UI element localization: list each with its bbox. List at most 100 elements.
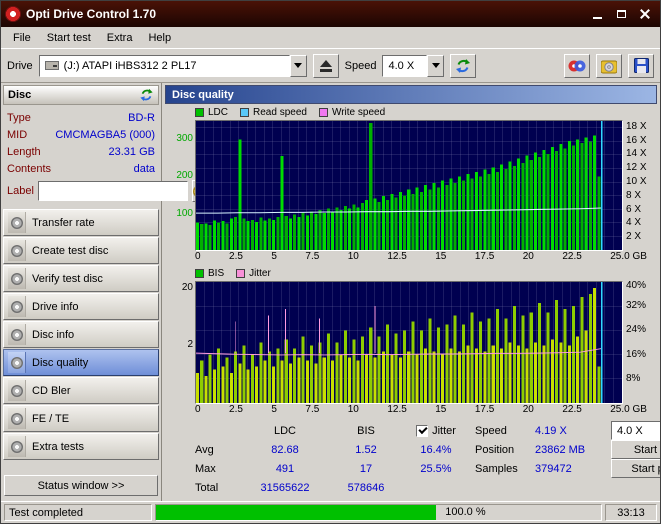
x-tick: 5 [271, 251, 277, 262]
save-button[interactable] [628, 53, 654, 78]
x-tick: 15 [435, 404, 447, 415]
menu-start-test[interactable]: Start test [39, 29, 99, 47]
position-stat-value: 23862 MB [535, 443, 586, 456]
x-tick: 22.5 [562, 404, 582, 415]
ldc-swatch [195, 107, 204, 117]
x-tick: 2.5 [229, 404, 243, 415]
x-tick: 17.5 [474, 404, 495, 415]
speed-stat-label: Speed [475, 424, 507, 437]
avg-ldc-value: 82.68 [271, 443, 299, 456]
ldc-column-header: LDC [273, 424, 296, 437]
y-tick: 2 X [626, 231, 642, 243]
sidebar-item-verify-test-disc[interactable]: Verify test disc [3, 265, 159, 292]
panel-title: Disc quality [165, 85, 657, 104]
minimize-button[interactable] [586, 5, 608, 23]
refresh-icon [456, 58, 471, 73]
close-button[interactable] [634, 5, 656, 23]
speed-select-arrow[interactable] [427, 54, 445, 77]
refresh-disc-icon[interactable] [139, 88, 154, 102]
disc-contents-row: Contents data [7, 160, 155, 177]
jitter-toggle[interactable]: Jitter [401, 422, 471, 439]
x-tick: 7.5 [305, 251, 320, 262]
sidebar-item-cd-bler[interactable]: CD Bler [3, 377, 159, 404]
start-full-button[interactable]: Start full [611, 440, 660, 459]
sidebar-item-disc-quality[interactable]: Disc quality [3, 349, 159, 376]
drive-select[interactable]: (J:) ATAPI iHBS312 2 PL17 [38, 54, 307, 77]
legend-bottom: BIS Jitter [165, 265, 657, 281]
max-jitter-value: 25.5% [420, 462, 452, 475]
menu-extra[interactable]: Extra [99, 29, 141, 47]
sidebar-item-transfer-rate[interactable]: Transfer rate [3, 209, 159, 236]
jitter-checkbox-label: Jitter [432, 424, 456, 437]
avg-jitter-value: 16.4% [420, 443, 452, 456]
burn-disc-button[interactable] [596, 53, 622, 78]
write-speed-swatch [318, 107, 328, 117]
stats-area: LDC BIS Jitter Speed 4.19 X 4.0 X Avg 82… [165, 418, 660, 499]
y-tick: 12 X [626, 162, 647, 174]
sidebar-item-disc-info[interactable]: Disc info [3, 321, 159, 348]
start-part-button[interactable]: Start part [611, 459, 660, 478]
disc-type-value: BD-R [128, 111, 155, 124]
disc-mid-value: CMCMAGBA5 (000) [55, 128, 155, 141]
sidebar-item-create-test-disc[interactable]: Create test disc [3, 237, 159, 264]
drive-select-value: (J:) ATAPI iHBS312 2 PL17 [63, 59, 197, 72]
close-icon [640, 9, 650, 19]
menu-help[interactable]: Help [140, 29, 179, 47]
sidebar: Disc Type BD-R MID CMCMAGBA5 (000) Lengt… [1, 83, 207, 501]
drive-select-arrow[interactable] [289, 54, 307, 77]
x-tick: 0 [195, 251, 201, 262]
samples-stat-value: 379472 [535, 462, 572, 475]
refresh-drive-button[interactable] [450, 53, 477, 78]
bis-legend-label: BIS [208, 267, 225, 279]
drive-label: Drive [7, 59, 33, 72]
app-window: Opti Drive Control 1.70 File Start test … [0, 0, 661, 524]
disc-panel-title: Disc [8, 89, 32, 101]
bis-column-header: BIS [357, 424, 375, 437]
disc-info-icon [8, 324, 26, 345]
sidebar-item-label: CD Bler [32, 384, 71, 397]
sidebar-item-label: Drive info [32, 300, 79, 313]
disc-quality-panel: Disc quality LDC Read speed Write speed … [162, 83, 660, 501]
status-text: Test completed [4, 504, 152, 521]
avg-bis-value: 1.52 [355, 443, 377, 456]
disc-contents-value[interactable]: data [134, 163, 155, 175]
ldc-y-axis: 300 200 100 [165, 120, 195, 251]
position-stat-label: Position [475, 443, 515, 456]
x-tick: 17.5 [474, 251, 495, 262]
sidebar-buttons: Transfer rate Create test disc Verify te… [3, 209, 159, 461]
test-speed-select[interactable]: 4.0 X [611, 421, 660, 440]
bis-jitter-chart: 20 2 40% 32% 24% 16% 8% [165, 281, 657, 404]
transfer-rate-icon [8, 212, 26, 233]
drive-info-icon [8, 296, 26, 317]
fe-te-icon [8, 408, 26, 429]
save-icon [633, 58, 649, 73]
max-ldc-value: 491 [275, 462, 295, 475]
y-tick: 24% [626, 324, 647, 336]
sidebar-item-extra-tests[interactable]: Extra tests [3, 433, 159, 460]
sidebar-item-label: Disc quality [32, 356, 89, 369]
maximize-button[interactable] [610, 5, 632, 23]
eject-button[interactable] [312, 53, 339, 78]
sidebar-item-fe-te[interactable]: FE / TE [3, 405, 159, 432]
x-tick: 15 [435, 251, 447, 262]
y-tick: 2 [187, 339, 193, 351]
status-window-button[interactable]: Status window >> [4, 475, 158, 496]
compare-discs-button[interactable] [564, 53, 590, 78]
disc-quality-icon [8, 352, 26, 373]
disc-length-value: 23.31 GB [108, 145, 155, 158]
x-tick: 20 [522, 251, 534, 262]
sidebar-item-drive-info[interactable]: Drive info [3, 293, 159, 320]
status-bar: Test completed 100.0 % 33:13 [1, 501, 660, 523]
jitter-checkbox[interactable] [416, 424, 429, 437]
speed-select[interactable]: 4.0 X [382, 54, 445, 77]
max-row-label: Max [195, 462, 216, 475]
menu-file[interactable]: File [5, 29, 39, 47]
x-tick: 22.5 [562, 251, 582, 262]
jitter-y-axis: 40% 32% 24% 16% 8% [623, 281, 657, 404]
x-tick: 12.5 [387, 404, 407, 415]
x-tick: 25.0 GB [610, 251, 647, 262]
speed-select-value: 4.0 X [388, 59, 415, 72]
create-test-disc-icon [8, 240, 26, 261]
drive-icon [44, 61, 59, 70]
jitter-legend-label: Jitter [249, 267, 271, 279]
